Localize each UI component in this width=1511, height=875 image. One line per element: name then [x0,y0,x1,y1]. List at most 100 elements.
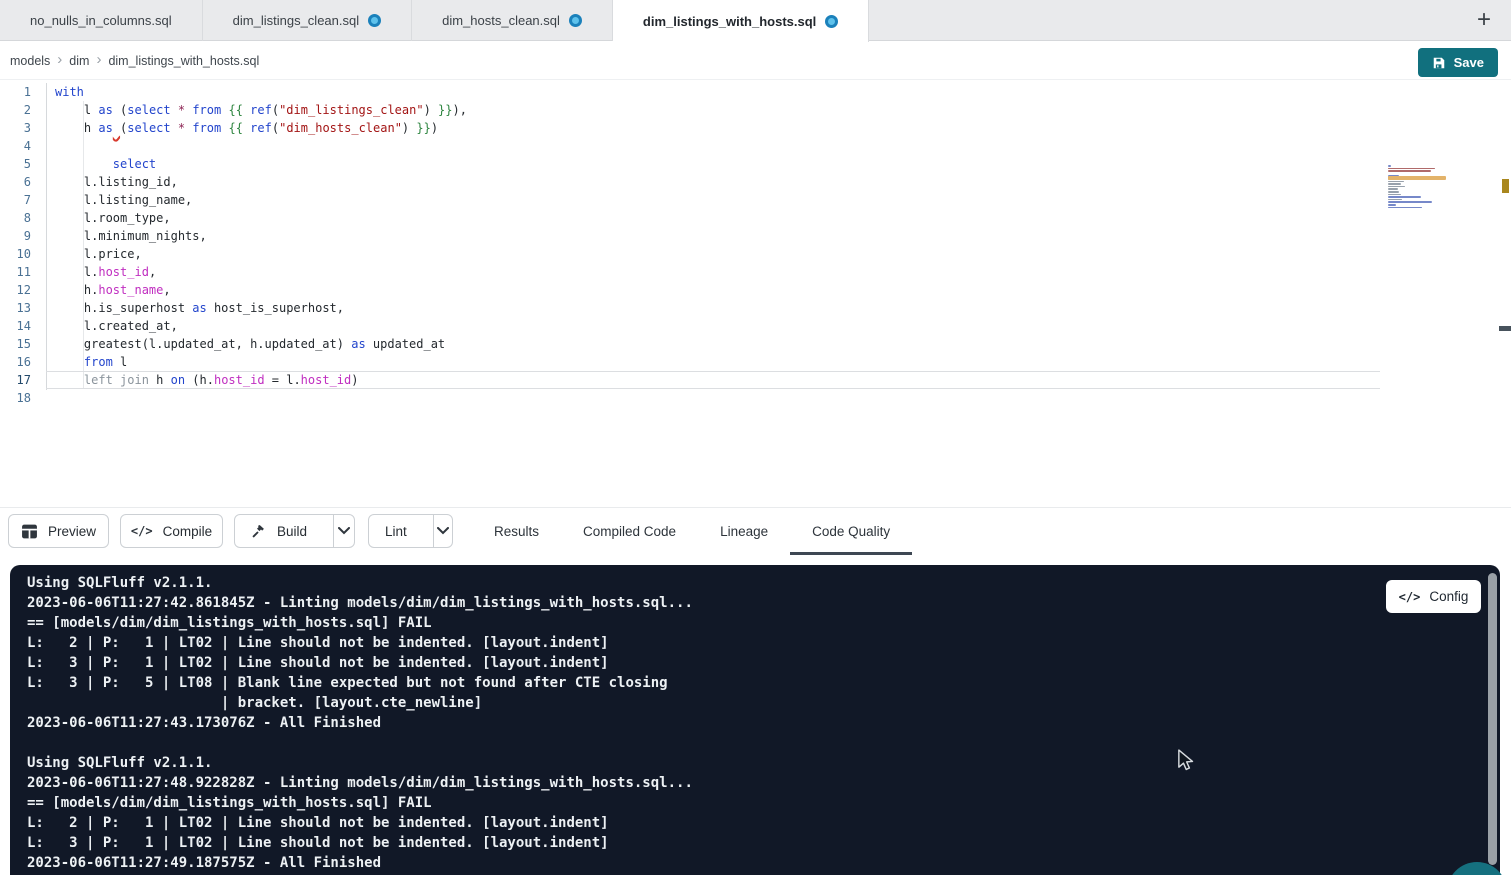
tab-label: dim_hosts_clean.sql [442,13,560,28]
terminal-line: == [models/dim/dim_listings_with_hosts.s… [27,613,1500,633]
code-line: 9 l.minimum_nights, [0,227,1385,245]
panel-tab-compiled-code[interactable]: Compiled Code [561,508,698,555]
code-line: 2 l as (select * from {{ ref("dim_listin… [0,101,1385,119]
minimap[interactable] [1388,165,1446,212]
code-line: 6 l.listing_id, [0,173,1385,191]
line-number: 3 [0,119,46,137]
config-button-label: Config [1429,589,1468,604]
line-number: 10 [0,245,46,263]
preview-button-label: Preview [48,524,96,539]
config-button[interactable]: </> Config [1386,580,1481,613]
code-line: 16 from l [0,353,1385,371]
line-number: 5 [0,155,46,173]
unsaved-changes-icon [825,15,838,28]
editor-tab[interactable]: no_nulls_in_columns.sql [0,0,203,41]
terminal-lines: Using SQLFluff v2.1.1.2023-06-06T11:27:4… [27,573,1500,873]
minimap-lint-highlight [1388,176,1446,180]
code-line: 14 l.created_at, [0,317,1385,335]
panel-tab-results[interactable]: Results [472,508,561,555]
line-content: l.listing_id, [46,173,178,191]
minimap-line [1388,196,1421,198]
save-button[interactable]: Save [1418,48,1498,77]
minimap-line [1388,165,1391,167]
chevron-down-icon [437,527,449,535]
unsaved-changes-icon [569,14,582,27]
code-line: 7 l.listing_name, [0,191,1385,209]
minimap-line [1388,186,1405,188]
line-number: 18 [0,389,46,407]
breadcrumb-item[interactable]: models [10,54,50,68]
panel-tab-lineage[interactable]: Lineage [698,508,790,555]
editor-tab[interactable]: dim_listings_with_hosts.sql [613,0,869,42]
code-line: 11 l.host_id, [0,263,1385,281]
save-floppy-icon [1432,56,1446,70]
build-dropdown-button[interactable] [333,515,354,547]
line-content: left join h on (h.host_id = l.host_id) [46,371,358,389]
breadcrumb-item[interactable]: dim [69,54,89,68]
preview-button[interactable]: Preview [8,514,109,548]
code-brackets-icon: </> [131,524,153,538]
code-line: 4 [0,137,1385,155]
line-content: l.minimum_nights, [46,227,207,245]
build-button-label: Build [277,524,307,539]
terminal-line: L: 2 | P: 1 | LT02 | Line should not be … [27,633,1500,653]
save-button-label: Save [1454,55,1484,70]
minimap-line [1388,204,1396,206]
code-editor[interactable]: 1with2 l as (select * from {{ ref("dim_l… [0,80,1511,507]
line-content: l as (select * from {{ ref("dim_listings… [46,101,467,119]
line-number: 14 [0,317,46,335]
code-brackets-icon: </> [1399,590,1421,604]
minimap-line [1388,207,1422,209]
breadcrumb-item[interactable]: dim_listings_with_hosts.sql [108,54,259,68]
minimap-line [1388,181,1404,183]
line-content: select [46,155,156,173]
line-number: 2 [0,101,46,119]
line-content [46,137,55,155]
line-content [46,389,55,407]
line-content: h.is_superhost as host_is_superhost, [46,299,344,317]
terminal-line [27,733,1500,753]
terminal-line: L: 3 | P: 1 | LT02 | Line should not be … [27,653,1500,673]
line-number: 9 [0,227,46,245]
tab-strip: no_nulls_in_columns.sqldim_listings_clea… [0,0,869,40]
build-button[interactable]: Build [235,515,323,547]
panel-tab-code-quality[interactable]: Code Quality [790,508,912,555]
terminal-output-panel[interactable]: Using SQLFluff v2.1.1.2023-06-06T11:27:4… [10,565,1500,875]
terminal-line: 2023-06-06T11:27:43.173076Z - All Finish… [27,713,1500,733]
result-panel-tabs: ResultsCompiled CodeLineageCode Quality [472,508,912,555]
line-number: 1 [0,83,46,101]
line-content: h as (select * from {{ ref("dim_hosts_cl… [46,119,438,137]
terminal-line: == [models/dim/dim_listings_with_hosts.s… [27,793,1500,813]
line-number: 6 [0,173,46,191]
code-line: 18 [0,389,1385,407]
lint-dropdown-button[interactable] [433,515,452,547]
line-content: with [46,83,84,101]
compile-button-label: Compile [163,524,213,539]
line-content: l.room_type, [46,209,171,227]
minimap-line [1388,170,1431,172]
line-number: 13 [0,299,46,317]
line-content: greatest(l.updated_at, h.updated_at) as … [46,335,445,353]
line-number: 12 [0,281,46,299]
line-number: 15 [0,335,46,353]
file-tab-bar: no_nulls_in_columns.sqldim_listings_clea… [0,0,1511,41]
unsaved-changes-icon [368,14,381,27]
compile-button[interactable]: </> Compile [120,514,223,548]
chevron-down-icon [338,527,350,535]
terminal-scrollbar-thumb[interactable] [1488,573,1497,865]
editor-tab[interactable]: dim_hosts_clean.sql [412,0,613,41]
terminal-line: 2023-06-06T11:27:48.922828Z - Linting mo… [27,773,1500,793]
editor-action-bar: Preview </> Compile Build Lint [0,507,1511,555]
minimap-line [1388,191,1399,193]
terminal-line: L: 3 | P: 5 | LT08 | Blank line expected… [27,673,1500,693]
new-tab-button[interactable]: + [1471,6,1497,34]
lint-button-label: Lint [385,524,407,539]
breadcrumb-separator-icon: › [96,52,101,67]
file-path-bar: models›dim›dim_listings_with_hosts.sql S… [0,42,1511,80]
line-content: h.host_name, [46,281,171,299]
hammer-icon [251,523,267,539]
lint-button[interactable]: Lint [369,515,423,547]
editor-tab[interactable]: dim_listings_clean.sql [203,0,412,41]
code-line: 17 left join h on (h.host_id = l.host_id… [0,371,1385,389]
minimap-line [1388,199,1402,201]
